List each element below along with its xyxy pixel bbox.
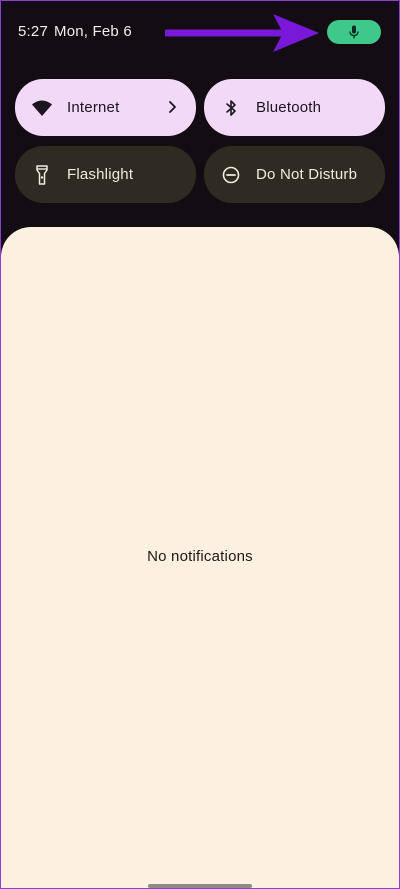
tile-label: Internet: [67, 99, 120, 116]
tile-bluetooth[interactable]: Bluetooth: [204, 79, 385, 136]
tile-do-not-disturb[interactable]: Do Not Disturb: [204, 146, 385, 203]
tile-label: Flashlight: [67, 166, 134, 183]
tile-label: Bluetooth: [256, 99, 322, 116]
annotation-arrow: [165, 14, 319, 52]
notification-panel: No notifications: [1, 227, 399, 888]
gesture-navigation-handle[interactable]: [148, 884, 252, 888]
flashlight-icon: [31, 164, 53, 186]
do-not-disturb-icon: [220, 164, 242, 186]
tile-flashlight[interactable]: Flashlight: [15, 146, 196, 203]
status-bar: 5:27 Mon, Feb 6: [1, 1, 399, 63]
status-date: Mon, Feb 6: [54, 23, 132, 40]
bluetooth-icon: [220, 97, 242, 119]
chevron-right-icon: [169, 101, 176, 113]
empty-notifications-text: No notifications: [147, 548, 253, 565]
microphone-icon: [349, 25, 359, 39]
tile-internet[interactable]: Internet: [15, 79, 196, 136]
notification-shade: 5:27 Mon, Feb 6 Internet Bluetooth Flash…: [1, 1, 399, 888]
mic-privacy-indicator[interactable]: [327, 20, 381, 44]
wifi-icon: [31, 97, 53, 119]
tile-label: Do Not Disturb: [256, 166, 358, 183]
status-time: 5:27: [18, 23, 48, 40]
